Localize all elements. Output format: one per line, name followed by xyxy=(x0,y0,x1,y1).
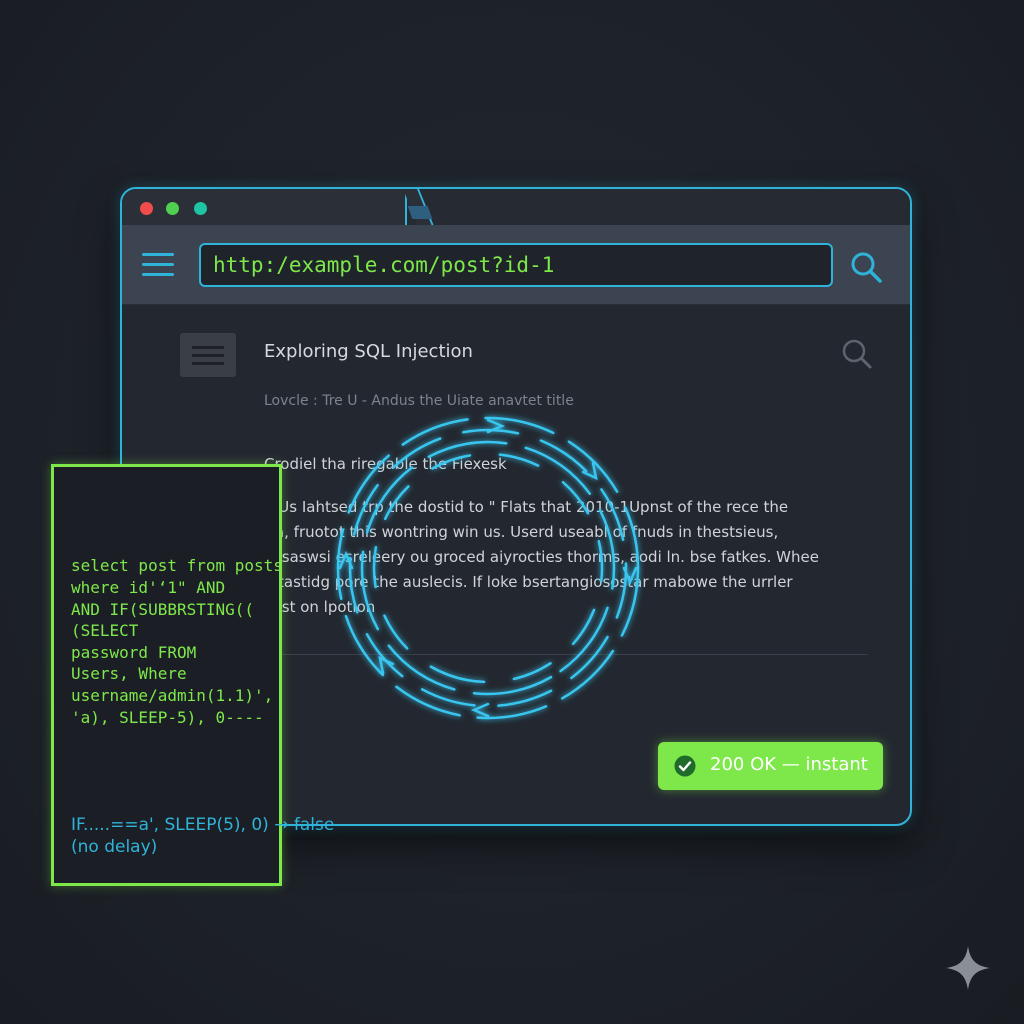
new-tab-stub[interactable] xyxy=(407,206,433,219)
result-line: (no delay) xyxy=(71,837,158,857)
code-line: select post from posts xyxy=(71,556,283,575)
url-bar[interactable]: http:/example.com/post?id-1 xyxy=(199,243,833,287)
article-icon xyxy=(180,333,236,377)
code-line: username/admin(1.1)', xyxy=(71,686,274,705)
scene: http:/example.com/post?id-1 Exploring SQ… xyxy=(0,0,1024,1024)
sparkle-icon xyxy=(946,946,990,990)
minimize-window-button[interactable] xyxy=(166,202,179,215)
search-icon[interactable] xyxy=(840,337,874,371)
hamburger-menu-icon[interactable] xyxy=(142,253,174,277)
code-line: 'a), SLEEP-5), 0---- xyxy=(71,708,264,727)
article-title: Exploring SQL Injection xyxy=(264,341,473,362)
code-line: (SELECT xyxy=(71,621,139,640)
title-bar xyxy=(122,189,910,225)
close-window-button[interactable] xyxy=(140,202,153,215)
code-line: password FROM xyxy=(71,643,197,662)
active-tab[interactable] xyxy=(122,189,407,225)
loading-spinner-icon xyxy=(336,416,640,720)
status-text: 200 OK — instant xyxy=(710,754,868,775)
status-badge: 200 OK — instant xyxy=(658,742,883,790)
browser-toolbar: http:/example.com/post?id-1 xyxy=(122,225,910,305)
search-icon[interactable] xyxy=(848,249,884,285)
result-line: IF.....==a', SLEEP(5), 0) → false xyxy=(71,815,335,835)
code-line: Users, Where xyxy=(71,664,187,683)
sql-terminal-panel: select post from posts where id'‘1" AND … xyxy=(51,464,334,886)
check-circle-icon xyxy=(674,755,696,777)
maximize-window-button[interactable] xyxy=(194,202,207,215)
code-line: where id'‘1" AND xyxy=(71,578,226,597)
code-line: AND IF(SUBBRSTING(( xyxy=(71,600,255,619)
